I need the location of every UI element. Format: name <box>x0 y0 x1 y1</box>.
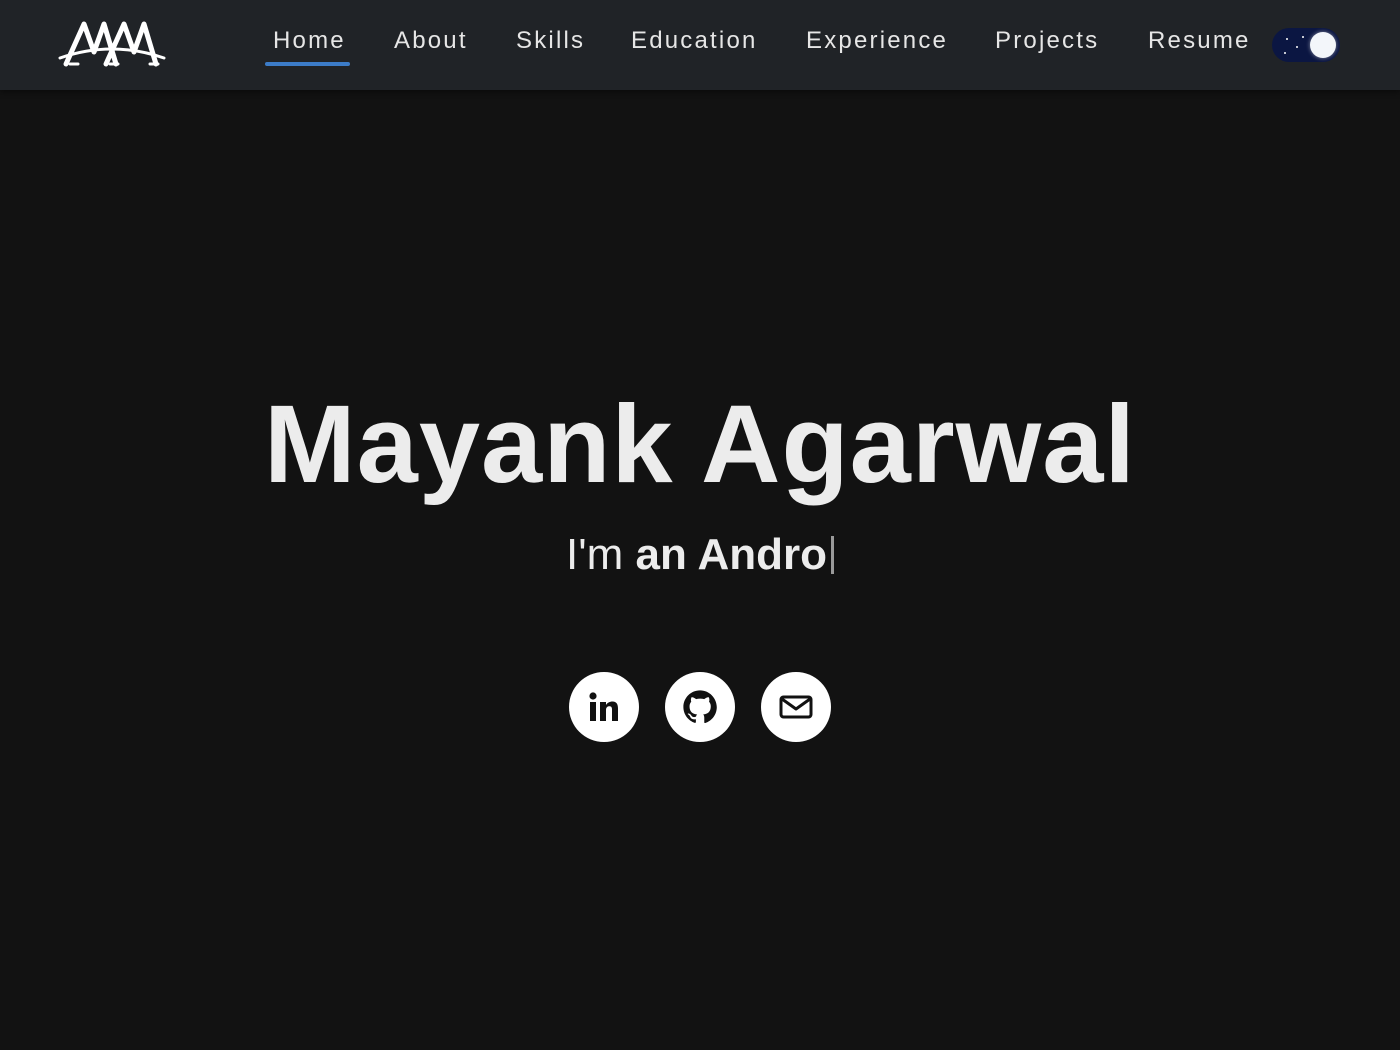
star-icon <box>1284 52 1286 54</box>
nav-link-education[interactable]: Education <box>631 26 758 56</box>
navbar: Home About Skills Education Experience P… <box>0 0 1400 90</box>
nav-link-projects[interactable]: Projects <box>995 26 1099 56</box>
hero-tagline: I'm an Andro <box>0 528 1400 582</box>
nav-link-skills[interactable]: Skills <box>516 26 585 56</box>
github-icon <box>683 690 717 724</box>
typing-caret <box>830 536 834 574</box>
nav-link-experience[interactable]: Experience <box>806 26 948 56</box>
nav-links: Home About Skills Education Experience P… <box>0 0 1400 90</box>
nav-link-resume[interactable]: Resume <box>1148 26 1251 56</box>
linkedin-button[interactable] <box>569 672 639 742</box>
star-icon <box>1296 46 1298 48</box>
linkedin-icon <box>589 692 618 721</box>
nav-link-home[interactable]: Home <box>273 26 346 56</box>
star-icon <box>1302 36 1304 38</box>
star-icon <box>1286 38 1288 40</box>
theme-toggle[interactable] <box>1272 28 1340 62</box>
email-icon <box>779 695 813 719</box>
hero-name: Mayank Agarwal <box>264 383 1136 506</box>
nav-link-about[interactable]: About <box>394 26 468 56</box>
moon-night-toggle-icon <box>1310 32 1336 58</box>
tagline-prefix: I'm <box>566 530 636 579</box>
github-button[interactable] <box>665 672 735 742</box>
tagline-typed-text: an Andro <box>635 530 827 579</box>
email-button[interactable] <box>761 672 831 742</box>
active-nav-underline <box>265 62 350 66</box>
